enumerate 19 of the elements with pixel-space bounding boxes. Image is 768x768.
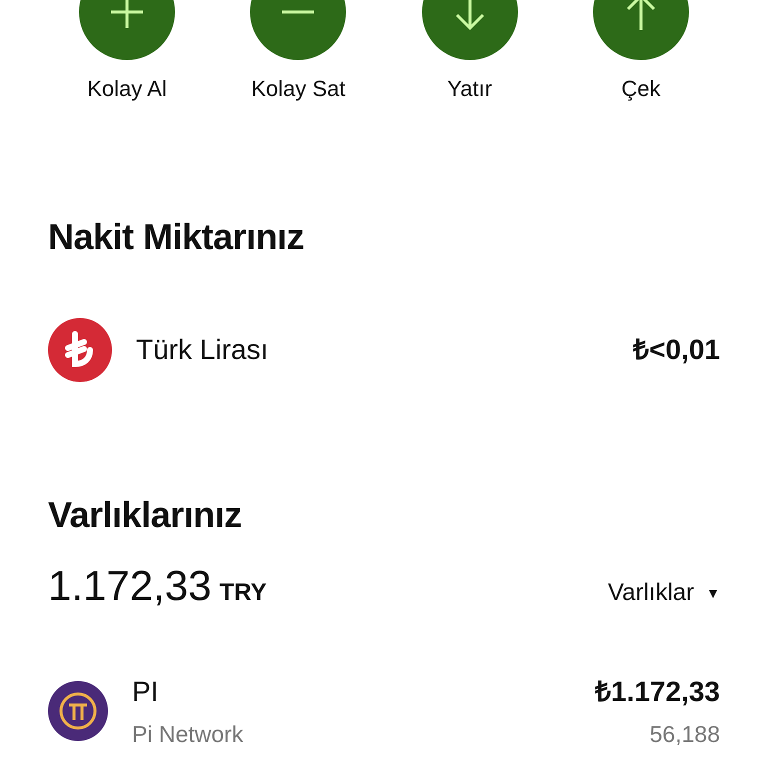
caret-icon: ▼ [706, 582, 720, 604]
filter-dropdown[interactable]: Varlıklar ▼ [608, 575, 720, 611]
action-label: Kolay Al [87, 75, 167, 103]
action-label: Kolay Sat [251, 75, 346, 103]
currency-name: Türk Lirası [136, 333, 268, 367]
asset-quantity: 56,188 [650, 720, 720, 749]
lira-icon [48, 318, 112, 382]
currency-amount: ₺<0,01 [633, 333, 720, 367]
asset-name: Pi Network [132, 720, 244, 749]
action-label: Yatır [447, 75, 492, 103]
pi-coin-icon [48, 681, 108, 742]
action-label: Çek [621, 75, 661, 103]
asset-value: ₺1.172,33 [595, 675, 720, 709]
asset-symbol: PI [132, 675, 160, 709]
section-title: Varlıklarınız [48, 493, 243, 537]
currency-code: TRY [220, 578, 267, 608]
total-value: 1.172,33 [48, 561, 212, 611]
section-title: Nakit Miktarınız [48, 215, 306, 259]
minus-icon [281, 10, 316, 14]
